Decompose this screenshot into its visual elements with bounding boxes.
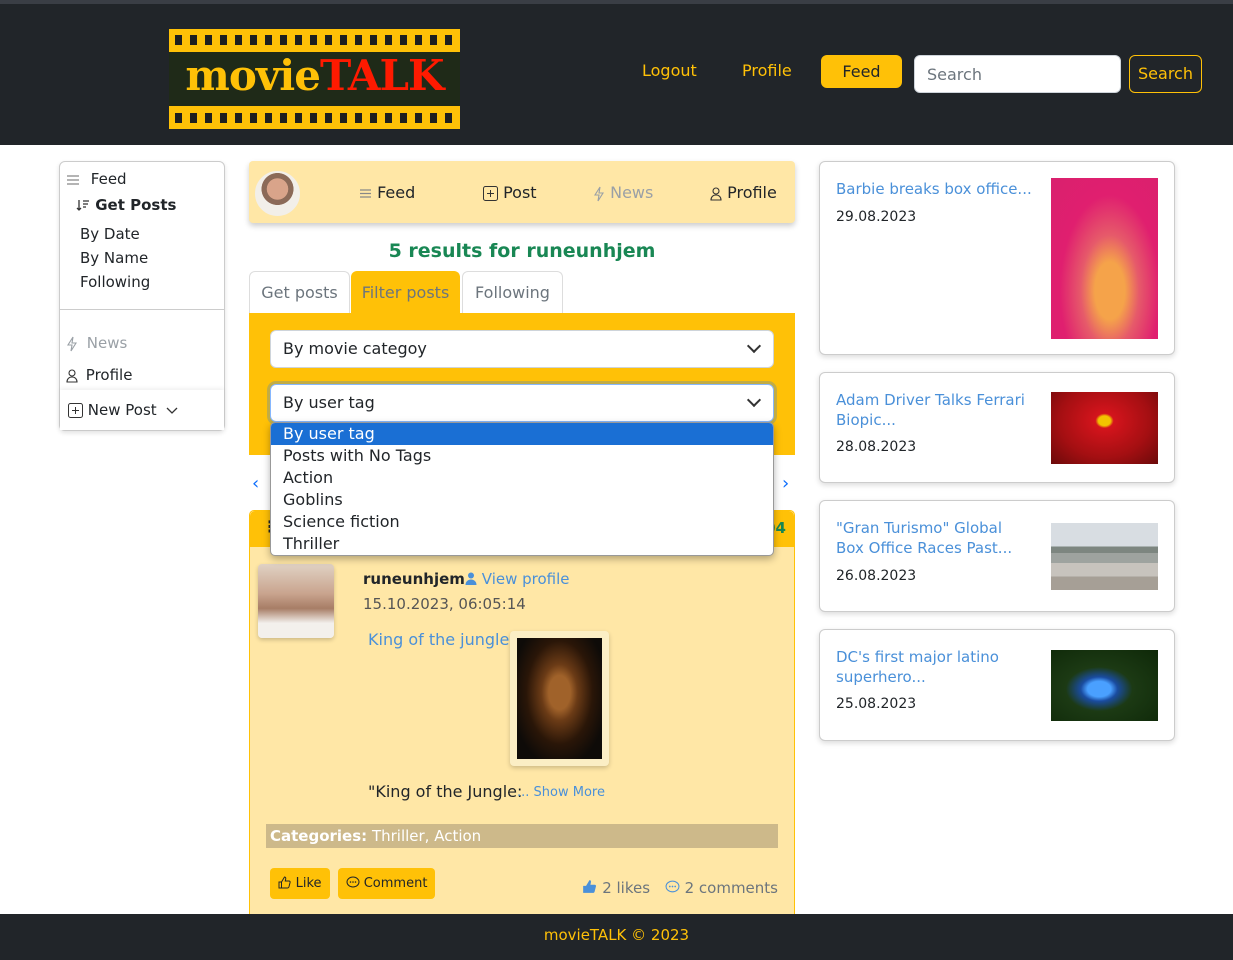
- subnav-news[interactable]: News: [593, 183, 653, 202]
- post-author-name[interactable]: runeunhjem: [363, 570, 465, 588]
- news-title[interactable]: Adam Driver Talks Ferrari Biopic...: [836, 390, 1032, 430]
- chat-icon: [665, 880, 680, 892]
- pager-next-icon[interactable]: ›: [782, 473, 789, 494]
- sidebar-new-post[interactable]: New Post: [60, 390, 224, 430]
- news-card[interactable]: DC's first major latino superhero... 25.…: [819, 629, 1175, 741]
- post-author-avatar[interactable]: [258, 564, 334, 638]
- news-date: 25.08.2023: [836, 696, 917, 712]
- news-date: 28.08.2023: [836, 439, 917, 455]
- blue-beetle-news-image[interactable]: [1051, 650, 1158, 721]
- movietalk-logo[interactable]: movieTALK: [169, 29, 460, 129]
- pager-prev-icon[interactable]: ‹: [252, 473, 259, 494]
- search-input[interactable]: [914, 55, 1121, 93]
- post-date: 15.10.2023, 06:05:14: [363, 595, 526, 613]
- post-excerpt: "King of the Jungle:: [368, 782, 523, 801]
- sidebar-item-by-date[interactable]: By Date: [80, 225, 140, 243]
- like-button[interactable]: Like: [270, 868, 330, 899]
- tab-get-posts[interactable]: Get posts: [249, 271, 350, 313]
- lightning-icon: [594, 186, 604, 201]
- nav-logout-link[interactable]: Logout: [642, 61, 697, 80]
- subnav-feed[interactable]: Feed: [359, 183, 415, 202]
- news-card[interactable]: Adam Driver Talks Ferrari Biopic... 28.0…: [819, 372, 1175, 483]
- dropdown-option[interactable]: By user tag: [271, 423, 773, 445]
- subnav-profile[interactable]: Profile: [710, 183, 777, 202]
- sidebar-item-feed[interactable]: Feed: [66, 170, 127, 188]
- lightning-icon: [67, 336, 77, 351]
- logo-text: movieTALK: [185, 51, 444, 100]
- movie-category-select[interactable]: By movie categoy: [270, 330, 774, 368]
- sidebar-item-news[interactable]: News: [66, 334, 127, 352]
- sidebar-item-get-posts[interactable]: Get Posts: [76, 196, 176, 214]
- show-more-link[interactable]: ... Show More: [517, 785, 605, 800]
- sidebar-item-by-name[interactable]: By Name: [80, 249, 148, 267]
- chat-icon: [346, 876, 360, 887]
- gran-turismo-news-image[interactable]: [1051, 523, 1158, 590]
- dropdown-option[interactable]: Action: [271, 467, 773, 489]
- person-icon: [710, 186, 722, 201]
- navbar: movieTALK Logout Profile Feed Search: [0, 4, 1233, 145]
- post-title[interactable]: King of the jungle: [368, 630, 509, 649]
- list-icon: [67, 174, 79, 185]
- dropdown-option[interactable]: Science fiction: [271, 511, 773, 533]
- ferrari-news-image[interactable]: [1051, 392, 1158, 464]
- comments-count[interactable]: 2 comments: [685, 879, 778, 897]
- news-title[interactable]: "Gran Turismo" Global Box Office Races P…: [836, 518, 1032, 558]
- post-categories: Categories: Thriller, Action: [266, 824, 778, 848]
- news-title[interactable]: Barbie breaks box office...: [836, 179, 1032, 199]
- user-avatar[interactable]: [253, 169, 302, 218]
- plus-square-icon: [483, 186, 498, 201]
- view-profile-link[interactable]: View profile: [465, 570, 570, 588]
- sidebar-item-following[interactable]: Following: [80, 273, 150, 291]
- footer: movieTALK © 2023: [0, 914, 1233, 960]
- chevron-down-icon: [746, 392, 762, 408]
- search-button[interactable]: Search: [1129, 55, 1202, 93]
- sidebar-divider: [60, 309, 224, 310]
- chevron-down-icon: [166, 407, 178, 414]
- post-stats: 2 likes 2 comments: [582, 879, 778, 897]
- thumbs-up-fill-icon: [583, 880, 597, 893]
- comment-button[interactable]: Comment: [338, 868, 435, 899]
- film-strip-top: [175, 35, 454, 45]
- subnav-post[interactable]: Post: [483, 183, 537, 202]
- user-tag-select[interactable]: By user tag: [270, 384, 774, 422]
- list-icon: [360, 189, 371, 198]
- nav-feed-button[interactable]: Feed: [821, 55, 902, 88]
- chevron-down-icon: [746, 338, 762, 354]
- search-results-heading: 5 results for runeunhjem: [388, 240, 656, 262]
- nav-profile-link[interactable]: Profile: [742, 61, 792, 80]
- dropdown-option[interactable]: Thriller: [271, 533, 773, 555]
- news-date: 29.08.2023: [836, 209, 917, 225]
- news-title[interactable]: DC's first major latino superhero...: [836, 647, 1032, 687]
- dropdown-option[interactable]: Goblins: [271, 489, 773, 511]
- sidebar-item-profile[interactable]: Profile: [66, 366, 132, 384]
- tab-filter-posts[interactable]: Filter posts: [351, 271, 460, 313]
- film-strip-bottom: [175, 113, 454, 123]
- news-card[interactable]: "Gran Turismo" Global Box Office Races P…: [819, 500, 1175, 612]
- sort-down-icon: [76, 200, 89, 211]
- dropdown-option[interactable]: Posts with No Tags: [271, 445, 773, 467]
- sub-navigation: Feed Post News Profile: [249, 161, 795, 223]
- news-date: 26.08.2023: [836, 568, 917, 584]
- tab-following[interactable]: Following: [462, 271, 563, 313]
- post-image[interactable]: [510, 631, 609, 766]
- person-icon: [66, 368, 78, 383]
- news-card[interactable]: Barbie breaks box office... 29.08.2023: [819, 161, 1175, 355]
- user-tag-dropdown: By user tag Posts with No Tags Action Go…: [270, 422, 774, 556]
- likes-count[interactable]: 2 likes: [602, 879, 650, 897]
- person-fill-icon: [465, 572, 477, 585]
- post-card: ⋮ 04 runeunhjem View profile 15.10.2023,…: [249, 510, 795, 920]
- left-sidebar: Feed Get Posts By Date By Name Following…: [59, 161, 225, 431]
- plus-square-icon: [68, 403, 83, 418]
- thumbs-up-icon: [278, 875, 292, 888]
- barbie-news-image[interactable]: [1051, 178, 1158, 339]
- lion-image: [517, 638, 602, 759]
